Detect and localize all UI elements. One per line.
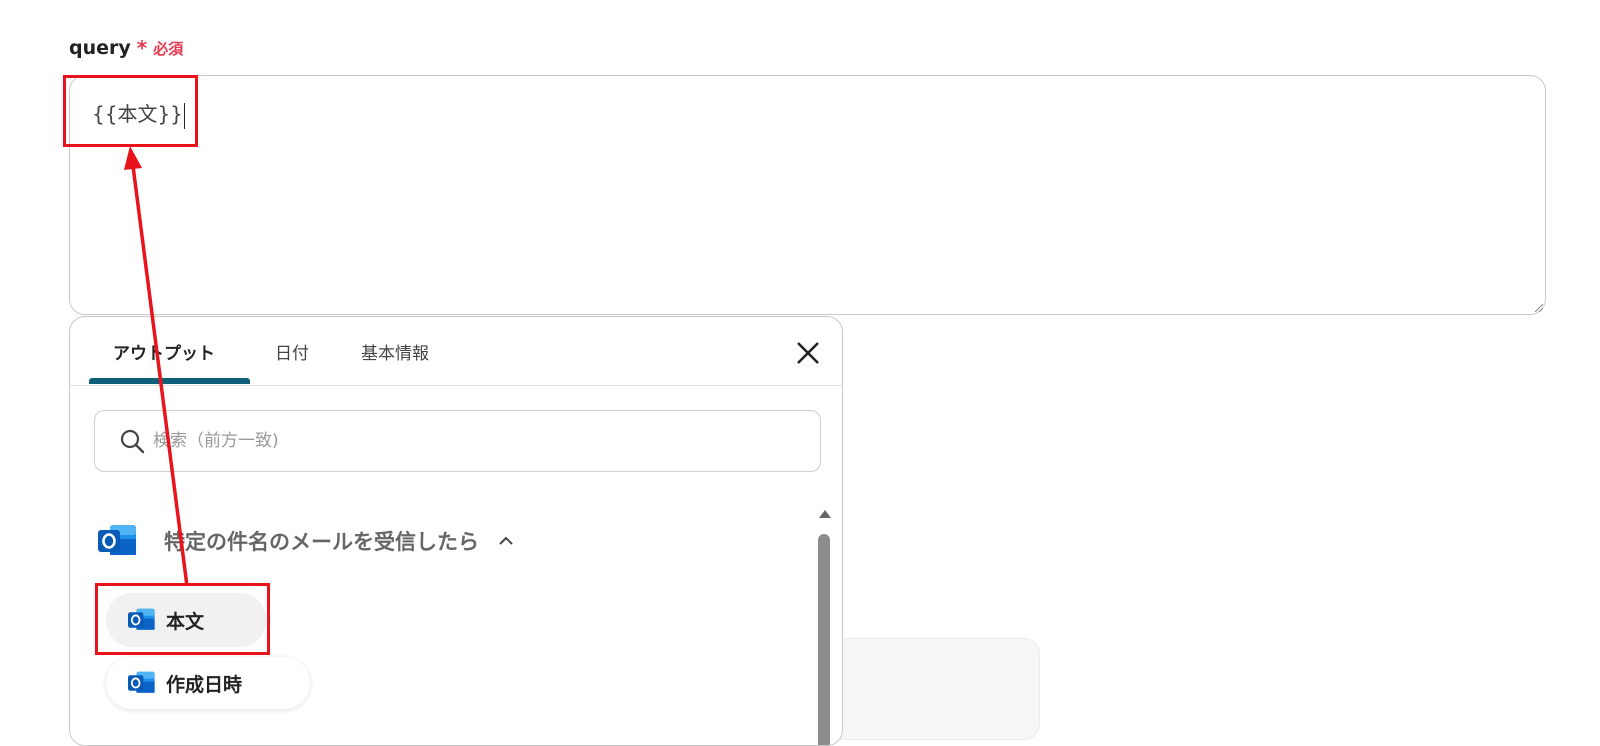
output-item-created-at[interactable]: 作成日時 [106, 657, 310, 709]
search-input[interactable] [151, 430, 755, 452]
field-label-text: query [69, 37, 131, 59]
section-title: 特定の件名のメールを受信したら [164, 530, 479, 554]
chevron-up-icon[interactable] [497, 532, 515, 550]
outlook-icon [98, 525, 136, 555]
picker-tabs: アウトプット 日付 基本情報 [70, 317, 842, 386]
search-icon [120, 429, 145, 454]
search-box[interactable] [94, 410, 821, 472]
section-header-received-mail[interactable]: 特定の件名のメールを受信したら [98, 523, 515, 559]
output-item-label: 作成日時 [166, 673, 243, 696]
close-icon[interactable] [794, 339, 822, 367]
tab-basic-info[interactable]: 基本情報 [361, 339, 429, 364]
active-tab-indicator [89, 378, 250, 384]
required-star-icon: * [136, 36, 148, 60]
scroll-thumb[interactable] [818, 534, 830, 745]
resize-handle-icon[interactable] [1533, 302, 1543, 312]
query-textarea[interactable]: {{本文}} [69, 75, 1546, 315]
outlook-icon [128, 671, 155, 693]
highlight-box-query-value [63, 75, 198, 147]
query-field-label: query * 必須 [69, 36, 183, 60]
tab-output[interactable]: アウトプット [113, 339, 215, 364]
output-picker-panel: アウトプット 日付 基本情報 特定の件名のメールを受信したら [69, 316, 843, 746]
highlight-box-body-item [95, 583, 270, 655]
tab-date[interactable]: 日付 [275, 339, 309, 364]
scrollbar[interactable] [814, 497, 836, 745]
required-badge: 必須 [153, 39, 184, 58]
scroll-up-arrow-icon[interactable] [818, 509, 832, 519]
